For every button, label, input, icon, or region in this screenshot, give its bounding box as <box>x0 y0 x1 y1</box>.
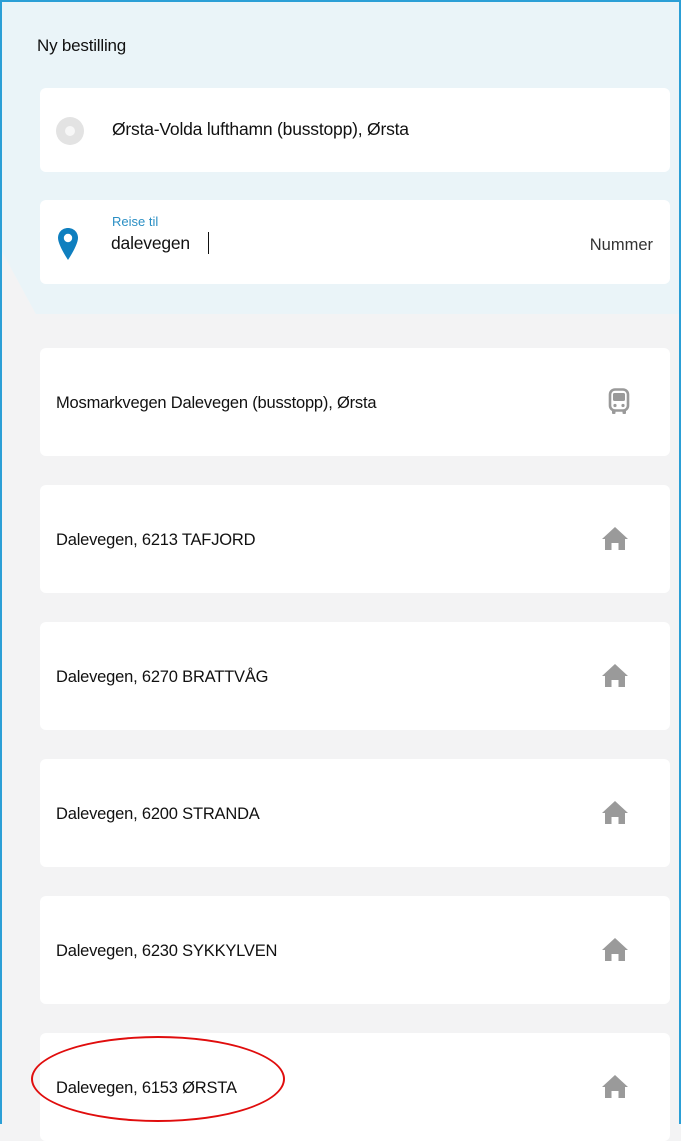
bus-icon <box>608 388 630 414</box>
number-field-label[interactable]: Nummer <box>590 236 653 255</box>
origin-circle-icon <box>56 117 84 145</box>
result-item-address[interactable]: Dalevegen, 6153 ØRSTA <box>40 1033 670 1141</box>
home-icon <box>602 938 628 961</box>
result-item-address[interactable]: Dalevegen, 6200 STRANDA <box>40 759 670 867</box>
to-field-label: Reise til <box>112 214 159 229</box>
result-item-label: Dalevegen, 6153 ØRSTA <box>56 1079 237 1097</box>
text-cursor <box>208 232 209 254</box>
result-item-busstop[interactable]: Mosmarkvegen Dalevegen (busstopp), Ørsta <box>40 348 670 456</box>
from-location-value: Ørsta-Volda lufthamn (busstopp), Ørsta <box>112 119 409 139</box>
home-icon <box>602 801 628 824</box>
from-location-field[interactable]: Ørsta-Volda lufthamn (busstopp), Ørsta <box>40 88 670 172</box>
home-icon <box>602 527 628 550</box>
result-item-address[interactable]: Dalevegen, 6213 TAFJORD <box>40 485 670 593</box>
home-icon <box>602 664 628 687</box>
result-item-label: Dalevegen, 6200 STRANDA <box>56 805 260 823</box>
result-item-label: Dalevegen, 6230 SYKKYLVEN <box>56 942 278 960</box>
home-icon <box>602 1075 628 1098</box>
page-title: Ny bestilling <box>37 36 127 55</box>
result-item-label: Mosmarkvegen Dalevegen (busstopp), Ørsta <box>56 394 377 412</box>
result-item-label: Dalevegen, 6270 BRATTVÅG <box>56 668 269 686</box>
result-item-address[interactable]: Dalevegen, 6230 SYKKYLVEN <box>40 896 670 1004</box>
result-item-label: Dalevegen, 6213 TAFJORD <box>56 531 256 549</box>
map-pin-icon <box>58 228 78 260</box>
destination-search-input[interactable] <box>111 230 531 256</box>
to-location-field[interactable]: Reise til Nummer <box>40 200 670 284</box>
result-item-address[interactable]: Dalevegen, 6270 BRATTVÅG <box>40 622 670 730</box>
